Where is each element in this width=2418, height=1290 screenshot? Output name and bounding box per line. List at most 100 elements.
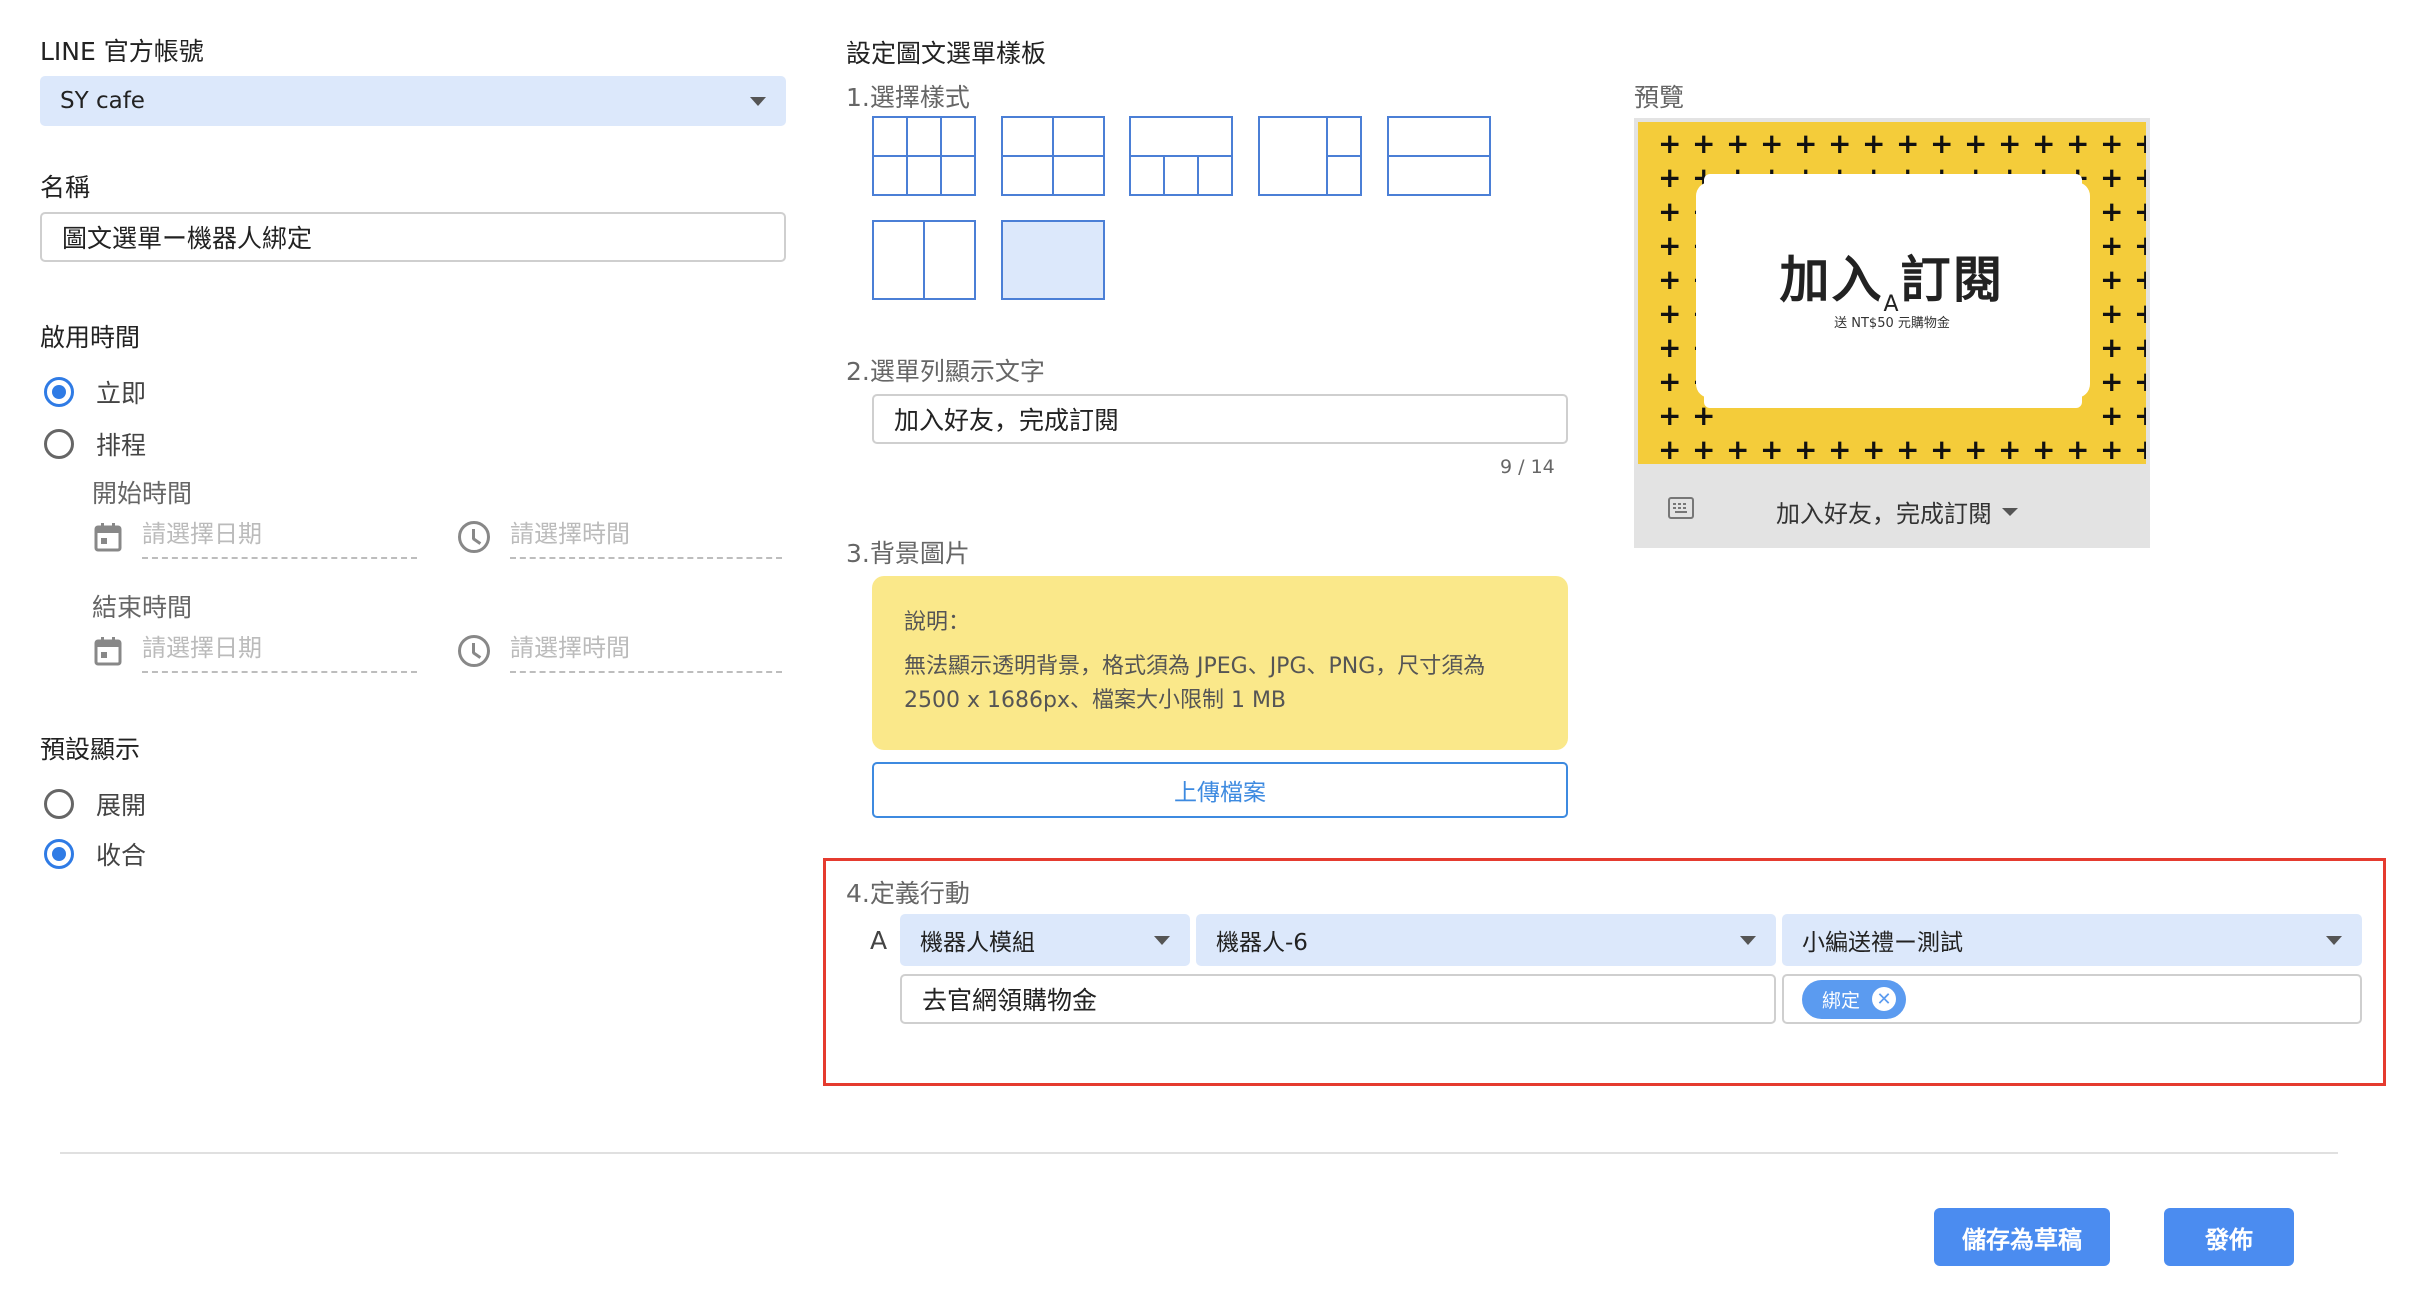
chevron-down-icon — [1154, 935, 1170, 945]
cross-mark: + — [2100, 365, 2124, 398]
cross-mark: + — [1862, 127, 1886, 160]
radio-unselected-icon — [44, 789, 74, 819]
cross-mark: + — [1862, 433, 1886, 464]
action-type-value: 機器人模組 — [920, 930, 1035, 956]
template-option-2rows[interactable] — [1387, 116, 1491, 196]
action-text-input[interactable]: 去官網領購物金 — [900, 974, 1776, 1024]
action-bot-select[interactable]: 機器人-6 — [1196, 914, 1776, 966]
cross-mark: + — [1964, 433, 1988, 464]
close-icon[interactable]: ✕ — [1872, 987, 1897, 1011]
cross-mark: + — [1930, 127, 1954, 160]
template-option-2cols[interactable] — [872, 220, 976, 300]
publish-button[interactable]: 發佈 — [2164, 1208, 2294, 1266]
end-date-field[interactable]: 請選擇日期 — [94, 628, 417, 673]
cross-mark: + — [1726, 127, 1750, 160]
template-option-1left-2right[interactable] — [1258, 116, 1362, 196]
end-date-placeholder: 請選擇日期 — [142, 628, 417, 673]
chevron-down-icon — [2326, 935, 2342, 945]
note-body: 無法顯示透明背景，格式須為 JPEG、JPG、PNG，尺寸須為 2500 x 1… — [904, 654, 1486, 713]
cross-mark: + — [2032, 127, 2056, 160]
start-time-field[interactable]: 請選擇時間 — [458, 514, 782, 559]
radio-schedule[interactable]: 排程 — [44, 426, 146, 462]
template-option-6grid[interactable] — [872, 116, 976, 196]
template-option-full-selected[interactable] — [1001, 220, 1105, 300]
keyboard-icon — [1668, 497, 1694, 519]
preview-headline: 加入A訂閱 — [1638, 240, 2146, 317]
cross-mark: + — [1658, 433, 1682, 464]
cross-mark: + — [1658, 399, 1682, 432]
cross-mark: + — [2134, 195, 2146, 228]
cross-mark: + — [2134, 161, 2146, 194]
upload-file-button[interactable]: 上傳檔案 — [872, 762, 1568, 818]
char-counter: 9 / 14 — [1500, 456, 1555, 478]
define-action-section — [823, 858, 2386, 1086]
cross-mark: + — [1658, 127, 1682, 160]
cross-mark: + — [1658, 161, 1682, 194]
radio-expand-label: 展開 — [96, 791, 147, 820]
caret-down-icon — [2002, 507, 2018, 516]
start-date-field[interactable]: 請選擇日期 — [94, 514, 417, 559]
cross-mark: + — [2100, 195, 2124, 228]
radio-unselected-icon — [44, 429, 74, 459]
menu-text-input[interactable]: 加入好友，完成訂閱 — [872, 394, 1568, 444]
cross-mark: + — [2100, 331, 2124, 364]
save-draft-button[interactable]: 儲存為草稿 — [1934, 1208, 2110, 1266]
footer-divider — [60, 1152, 2338, 1154]
cross-mark: + — [1998, 127, 2022, 160]
cross-mark: + — [2134, 365, 2146, 398]
cross-mark: + — [1692, 433, 1716, 464]
account-label: LINE 官方帳號 — [40, 37, 204, 66]
cross-mark: + — [1692, 127, 1716, 160]
name-input[interactable]: 圖文選單ー機器人綁定 — [40, 212, 786, 262]
radio-collapse[interactable]: 收合 — [44, 836, 146, 872]
start-date-placeholder: 請選擇日期 — [142, 514, 417, 559]
cross-mark: + — [1998, 433, 2022, 464]
preview-image: + + + + + + + + + + + + + + + + + + + + + + + + + + + + + + + + + + + + + + + +… — [1638, 122, 2146, 464]
cross-mark: + — [2134, 399, 2146, 432]
preview-menu-bar-text[interactable]: 加入好友，完成訂閱 — [1776, 494, 2018, 529]
calendar-icon — [94, 636, 122, 666]
radio-selected-icon — [44, 377, 74, 407]
default-display-label: 預設顯示 — [40, 735, 141, 764]
radio-expand[interactable]: 展開 — [44, 786, 146, 822]
cross-mark: + — [2066, 433, 2090, 464]
cross-mark: + — [2134, 331, 2146, 364]
radio-now[interactable]: 立即 — [44, 374, 146, 410]
name-label: 名稱 — [40, 173, 91, 202]
binding-chip-label: 綁定 — [1822, 989, 1861, 1012]
cross-mark: + — [1828, 433, 1852, 464]
cross-mark: + — [2032, 433, 2056, 464]
clock-icon — [458, 634, 490, 667]
cross-mark: + — [1658, 195, 1682, 228]
action-flow-select[interactable]: 小編送禮ー測試 — [1782, 914, 2362, 966]
radio-collapse-label: 收合 — [96, 841, 147, 870]
cross-mark: + — [2100, 127, 2124, 160]
action-flow-value: 小編送禮ー測試 — [1802, 930, 1963, 956]
preview-bar-text: 加入好友，完成訂閱 — [1776, 500, 1992, 528]
cross-mark: + — [2100, 161, 2124, 194]
preview-label: 預覽 — [1634, 83, 1685, 112]
action-type-select[interactable]: 機器人模組 — [900, 914, 1190, 966]
name-input-value: 圖文選單ー機器人綁定 — [62, 224, 313, 253]
start-time-label: 開始時間 — [92, 479, 193, 508]
note-title: 說明： — [904, 610, 971, 635]
binding-chip: 綁定 ✕ — [1802, 979, 1907, 1019]
preview-headline-right: 訂閱 — [1900, 251, 2005, 309]
account-select[interactable]: SY cafe — [40, 76, 786, 126]
end-time-field[interactable]: 請選擇時間 — [458, 628, 782, 673]
end-time-label: 結束時間 — [92, 593, 193, 622]
action-bot-value: 機器人-6 — [1216, 930, 1308, 956]
action-binding-field[interactable]: 綁定 ✕ — [1782, 974, 2362, 1024]
clock-icon — [458, 520, 490, 553]
cross-mark: + — [2134, 433, 2146, 464]
radio-now-label: 立即 — [96, 379, 147, 408]
template-option-4grid[interactable] — [1001, 116, 1105, 196]
image-requirements-note: 說明： 無法顯示透明背景，格式須為 JPEG、JPG、PNG，尺寸須為 2500… — [872, 576, 1568, 750]
radio-schedule-label: 排程 — [96, 431, 147, 460]
template-option-1top-3bottom[interactable] — [1129, 116, 1233, 196]
preview-headline-left: 加入 — [1779, 251, 1884, 309]
account-select-value: SY cafe — [60, 88, 145, 114]
end-time-placeholder: 請選擇時間 — [510, 628, 782, 673]
cross-mark: + — [1794, 127, 1818, 160]
cross-mark: + — [2100, 399, 2124, 432]
